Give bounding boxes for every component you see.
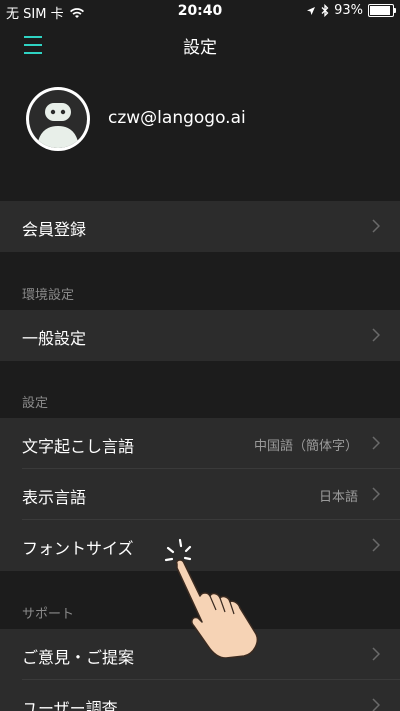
row-label: ユーザー調査 <box>22 699 118 711</box>
section-header-settings: 設定 <box>22 396 49 411</box>
chevron-right-icon <box>372 538 380 552</box>
page-title: 設定 <box>183 38 217 58</box>
row-label: 表示言語 <box>22 488 87 507</box>
row-label: 会員登録 <box>22 220 87 239</box>
font-size-row[interactable]: フォントサイズ <box>0 520 400 571</box>
avatar-inner <box>29 90 87 148</box>
status-bar: 无 SIM 卡 20:40 93% <box>0 0 400 22</box>
user-survey-row[interactable]: ユーザー調査 <box>0 680 400 711</box>
bluetooth-icon <box>321 4 329 17</box>
chevron-right-icon <box>372 698 380 711</box>
robot-avatar-icon <box>37 103 79 148</box>
transcription-language-row[interactable]: 文字起こし言語 中国語（簡体字） <box>0 418 400 469</box>
location-arrow-icon <box>307 6 316 15</box>
section-header-environment: 環境設定 <box>22 288 75 303</box>
profile-section[interactable]: czw@langogo.ai <box>0 68 400 198</box>
row-label: フォントサイズ <box>22 539 134 558</box>
display-language-row[interactable]: 表示言語 日本語 <box>0 469 400 520</box>
membership-row[interactable]: 会員登録 <box>0 201 400 252</box>
profile-email: czw@langogo.ai <box>108 108 246 128</box>
settings-screen: 无 SIM 卡 20:40 93% 設定 czw@langogo.ai 会員登録… <box>0 0 400 711</box>
row-value: 中国語（簡体字） <box>253 439 358 454</box>
battery-fill <box>370 6 390 15</box>
chevron-right-icon <box>372 219 380 233</box>
row-label: ご意見・ご提案 <box>22 648 135 667</box>
feedback-row[interactable]: ご意見・ご提案 <box>0 629 400 680</box>
chevron-right-icon <box>372 328 380 342</box>
battery-icon <box>368 4 396 17</box>
avatar[interactable] <box>26 87 90 151</box>
battery-percent: 93% <box>334 3 363 18</box>
row-label: 一般設定 <box>22 329 87 348</box>
status-right: 93% <box>306 3 396 18</box>
section-header-support: サポート <box>22 607 75 622</box>
general-settings-row[interactable]: 一般設定 <box>0 310 400 361</box>
row-label: 文字起こし言語 <box>22 437 135 456</box>
chevron-right-icon <box>372 647 380 661</box>
chevron-right-icon <box>372 487 380 501</box>
row-value: 日本語 <box>318 490 358 505</box>
nav-bar: 設定 <box>0 22 400 68</box>
chevron-right-icon <box>372 436 380 450</box>
